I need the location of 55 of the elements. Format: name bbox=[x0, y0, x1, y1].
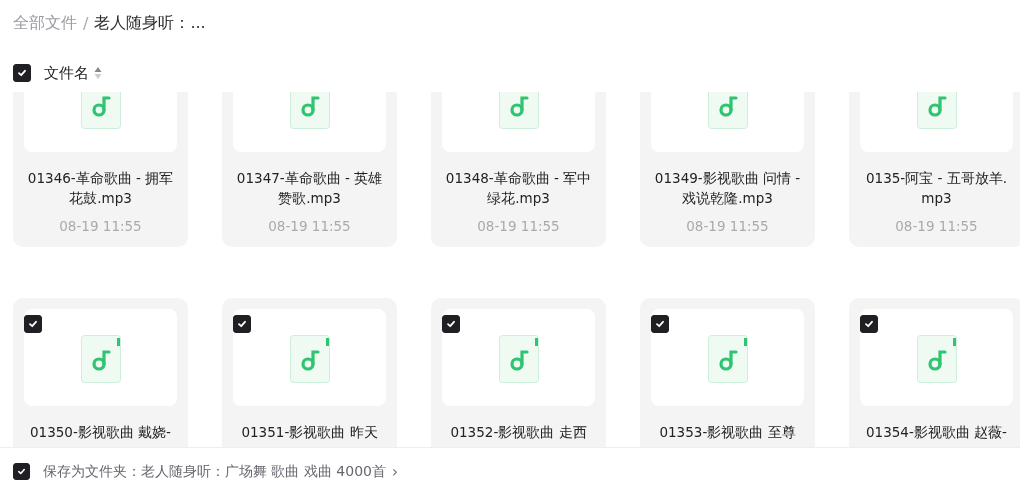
file-name: 01350-影视歌曲 戴娆- bbox=[29, 423, 172, 442]
file-name: 01354-影视歌曲 赵薇- bbox=[865, 423, 1008, 442]
music-file-icon bbox=[289, 334, 330, 383]
file-card[interactable]: 01353-影视歌曲 至尊 bbox=[640, 298, 815, 447]
file-date: 08-19 11:55 bbox=[894, 218, 979, 234]
file-name: 01352-影视歌曲 走西 bbox=[449, 423, 588, 442]
check-icon bbox=[237, 319, 247, 329]
file-card[interactable]: 01346-革命歌曲 - 拥军花鼓.mp3 08-19 11:55 bbox=[13, 92, 188, 247]
file-card[interactable]: 01351-影视歌曲 昨天 bbox=[222, 298, 397, 447]
check-icon bbox=[28, 319, 38, 329]
sort-icon[interactable] bbox=[94, 66, 102, 80]
breadcrumb-separator: / bbox=[83, 13, 89, 33]
file-name: 01353-影视歌曲 至尊 bbox=[658, 423, 797, 442]
file-name: 01351-影视歌曲 昨天 bbox=[240, 423, 379, 442]
check-icon bbox=[17, 467, 26, 476]
file-card[interactable]: 0135-阿宝 - 五哥放羊.mp3 08-19 11:55 bbox=[849, 92, 1020, 247]
music-file-icon bbox=[80, 92, 121, 129]
check-icon bbox=[655, 319, 665, 329]
check-icon bbox=[17, 68, 27, 78]
file-date: 08-19 11:55 bbox=[267, 218, 352, 234]
file-date: 08-19 11:55 bbox=[476, 218, 561, 234]
music-file-icon bbox=[498, 92, 539, 129]
file-date: 08-19 11:55 bbox=[58, 218, 143, 234]
file-card[interactable]: 01349-影视歌曲 问情 - 戏说乾隆.mp3 08-19 11:55 bbox=[640, 92, 815, 247]
file-name: 0135-阿宝 - 五哥放羊.mp3 bbox=[865, 169, 1008, 208]
check-icon bbox=[864, 319, 874, 329]
file-checkbox[interactable] bbox=[24, 315, 42, 333]
file-date: 08-19 11:55 bbox=[685, 218, 770, 234]
music-file-icon bbox=[289, 92, 330, 129]
music-file-icon bbox=[80, 334, 121, 383]
file-name: 01346-革命歌曲 - 拥军花鼓.mp3 bbox=[26, 169, 175, 208]
column-header[interactable]: 文件名 bbox=[44, 63, 89, 83]
select-all-checkbox[interactable] bbox=[13, 64, 31, 82]
file-name: 01349-影视歌曲 问情 - 戏说乾隆.mp3 bbox=[653, 169, 802, 208]
file-name: 01348-革命歌曲 - 军中绿花.mp3 bbox=[444, 169, 593, 208]
file-card[interactable]: 01352-影视歌曲 走西 bbox=[431, 298, 606, 447]
file-checkbox[interactable] bbox=[860, 315, 878, 333]
music-file-icon bbox=[498, 334, 539, 383]
file-checkbox[interactable] bbox=[233, 315, 251, 333]
breadcrumb-item: 老人随身听：... bbox=[94, 12, 206, 34]
music-file-icon bbox=[707, 92, 748, 129]
file-card[interactable]: 01347-革命歌曲 - 英雄赞歌.mp3 08-19 11:55 bbox=[222, 92, 397, 247]
chevron-link[interactable]: › bbox=[392, 462, 398, 481]
music-file-icon bbox=[916, 92, 957, 129]
file-name: 01347-革命歌曲 - 英雄赞歌.mp3 bbox=[235, 169, 384, 208]
save-folder-label: 保存为文件夹：老人随身听：广场舞 歌曲 戏曲 4000首 bbox=[43, 462, 386, 481]
file-card[interactable]: 01354-影视歌曲 赵薇- bbox=[849, 298, 1020, 447]
music-file-icon bbox=[707, 334, 748, 383]
file-checkbox[interactable] bbox=[442, 315, 460, 333]
check-icon bbox=[446, 319, 456, 329]
file-card[interactable]: 01350-影视歌曲 戴娆- bbox=[13, 298, 188, 447]
music-file-icon bbox=[916, 334, 957, 383]
file-checkbox[interactable] bbox=[651, 315, 669, 333]
file-card[interactable]: 01348-革命歌曲 - 军中绿花.mp3 08-19 11:55 bbox=[431, 92, 606, 247]
save-folder-checkbox[interactable] bbox=[13, 463, 30, 480]
